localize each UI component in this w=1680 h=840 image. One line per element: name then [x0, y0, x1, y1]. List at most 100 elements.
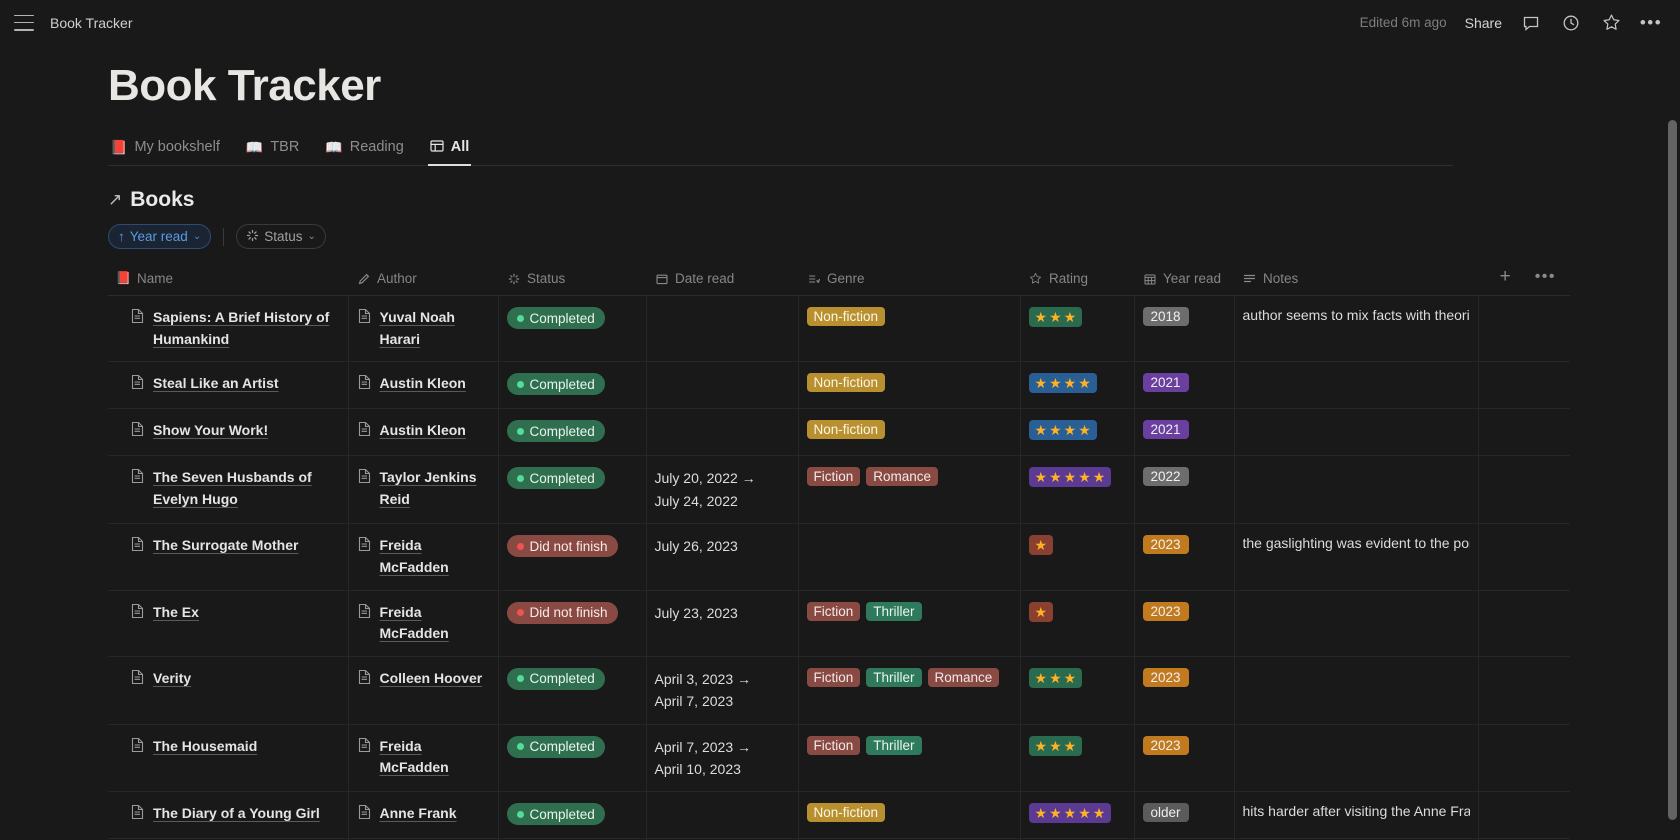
cell-name[interactable]: The Surrogate Mother [108, 523, 349, 591]
cell-genre[interactable]: Fiction Thriller Romance [798, 656, 1021, 725]
column-header-notes[interactable]: Notes [1234, 263, 1478, 296]
cell-genre[interactable]: Fiction Thriller [798, 724, 1021, 793]
status-badge[interactable]: Completed [506, 420, 605, 443]
cell-year-read[interactable]: 2021 [1134, 408, 1235, 457]
status-badge[interactable]: Completed [506, 467, 605, 490]
status-badge[interactable]: Completed [506, 373, 605, 396]
cell-date-read[interactable] [646, 791, 799, 840]
cell-name[interactable]: Steal Like an Artist [108, 361, 349, 410]
cell-notes[interactable]: the gaslighting was evident to the point… [1234, 523, 1479, 591]
column-header-year-read[interactable]: Year read [1134, 263, 1234, 296]
cell-status[interactable]: Completed [498, 656, 647, 725]
book-title-link[interactable]: The Surrogate Mother [153, 535, 298, 557]
plus-icon[interactable]: + [1500, 267, 1511, 286]
cell-notes[interactable] [1234, 590, 1479, 657]
cell-author[interactable]: Austin Kleon [348, 361, 499, 410]
sort-chip-year-read[interactable]: ↑ Year read ⌄ [108, 224, 212, 249]
cell-notes[interactable] [1234, 724, 1479, 793]
clock-icon[interactable] [1560, 12, 1582, 34]
table-row[interactable]: The Seven Husbands of Evelyn Hugo Taylor … [108, 455, 1570, 525]
cell-name[interactable]: The Housemaid [108, 724, 349, 793]
column-header-author[interactable]: Author [348, 263, 498, 296]
cell-year-read[interactable]: 2023 [1134, 590, 1235, 657]
cell-author[interactable]: Freida McFadden [348, 590, 499, 657]
share-button[interactable]: Share [1465, 15, 1502, 31]
cell-year-read[interactable]: older [1134, 791, 1235, 840]
cell-status[interactable]: Completed [498, 408, 647, 457]
cell-date-read[interactable] [646, 361, 799, 410]
cell-name[interactable]: Verity [108, 656, 349, 725]
tab-reading[interactable]: 📖 Reading [323, 135, 405, 166]
author-link[interactable]: Freida McFadden [380, 602, 490, 645]
cell-rating[interactable]: ★ [1020, 523, 1135, 591]
author-link[interactable]: Yuval Noah Harari [380, 307, 490, 350]
cell-rating[interactable]: ★ ★ ★ ★ ★ [1020, 791, 1135, 840]
cell-year-read[interactable]: 2023 [1134, 523, 1235, 591]
cell-author[interactable]: Yuval Noah Harari [348, 295, 499, 363]
cell-notes[interactable]: hits harder after visiting the Anne Fran… [1234, 791, 1479, 840]
table-row[interactable]: Sapiens: A Brief History of Humankind Yuv… [108, 295, 1570, 363]
column-header-name[interactable]: 📕 Name [108, 263, 348, 296]
rating-badge[interactable]: ★ ★ ★ [1028, 667, 1083, 688]
author-link[interactable]: Austin Kleon [380, 420, 466, 442]
cell-date-read[interactable] [646, 408, 799, 457]
column-header-status[interactable]: Status [498, 263, 646, 296]
cell-year-read[interactable]: 2018 [1134, 295, 1235, 363]
cell-name[interactable]: The Ex [108, 590, 349, 657]
status-badge[interactable]: Did not finish [506, 601, 618, 624]
status-badge[interactable]: Completed [506, 735, 605, 758]
column-header-date-read[interactable]: Date read [646, 263, 798, 296]
cell-author[interactable]: Austin Kleon [348, 408, 499, 457]
cell-date-read[interactable]: July 20, 2022 → July 24, 2022 [646, 455, 799, 525]
cell-genre[interactable]: Non-fiction [798, 408, 1021, 457]
breadcrumb[interactable]: Book Tracker [50, 15, 132, 31]
cell-date-read[interactable]: April 7, 2023 → April 10, 2023 [646, 724, 799, 793]
cell-status[interactable]: Completed [498, 361, 647, 410]
cell-name[interactable]: The Diary of a Young Girl [108, 791, 349, 840]
table-row[interactable]: Show Your Work! Austin Kleon Completed Non-… [108, 408, 1570, 457]
book-title-link[interactable]: The Housemaid [153, 736, 257, 758]
table-row[interactable]: The Diary of a Young Girl Anne Frank Compl… [108, 791, 1570, 840]
cell-notes[interactable] [1234, 656, 1479, 725]
book-title-link[interactable]: The Ex [153, 602, 199, 624]
book-title-link[interactable]: The Seven Husbands of Evelyn Hugo [153, 467, 340, 510]
tab-tbr[interactable]: 📖 TBR [244, 135, 301, 166]
cell-status[interactable]: Completed [498, 724, 647, 793]
cell-rating[interactable]: ★★★★ [1020, 408, 1135, 457]
status-badge[interactable]: Completed [506, 667, 605, 690]
cell-genre[interactable]: Fiction Romance [798, 455, 1021, 525]
comment-icon[interactable] [1520, 12, 1542, 34]
rating-badge[interactable]: ★ ★ ★ ★ [1028, 373, 1097, 394]
tab-all[interactable]: All [427, 135, 472, 166]
table-row[interactable]: The Housemaid Freida McFadden Completed Apr… [108, 724, 1570, 793]
status-badge[interactable]: Completed [506, 803, 605, 826]
cell-year-read[interactable]: 2023 [1134, 656, 1235, 725]
cell-status[interactable]: Completed [498, 791, 647, 840]
cell-rating[interactable]: ★ ★ ★ ★ ★ [1020, 455, 1135, 525]
cell-genre[interactable]: Non-fiction [798, 295, 1021, 363]
cell-name[interactable]: The Seven Husbands of Evelyn Hugo [108, 455, 349, 525]
rating-badge[interactable]: ★ ★ ★ ★ [1028, 420, 1097, 441]
book-title-link[interactable]: Steal Like an Artist [153, 373, 279, 395]
cell-year-read[interactable]: 2023 [1134, 724, 1235, 793]
cell-author[interactable]: Freida McFadden [348, 724, 499, 793]
cell-author[interactable]: Anne Frank [348, 791, 499, 840]
table-row[interactable]: The Surrogate Mother Freida McFadden Did n… [108, 523, 1570, 591]
ellipsis-icon[interactable]: ••• [1535, 268, 1556, 285]
cell-status[interactable]: Did not finish [498, 590, 647, 657]
table-row[interactable]: Steal Like an Artist Austin Kleon Complete… [108, 361, 1570, 410]
cell-genre[interactable] [798, 523, 1021, 591]
cell-notes[interactable] [1234, 408, 1479, 457]
cell-year-read[interactable]: 2022 [1134, 455, 1235, 525]
book-title-link[interactable]: Verity [153, 668, 191, 690]
cell-notes[interactable] [1234, 455, 1479, 525]
cell-author[interactable]: Freida McFadden [348, 523, 499, 591]
cell-status[interactable]: Completed [498, 455, 647, 525]
cell-rating[interactable]: ★ ★ ★ [1020, 724, 1135, 793]
star-icon[interactable] [1600, 12, 1622, 34]
hamburger-icon[interactable] [14, 14, 34, 31]
tab-my-bookshelf[interactable]: 📕 My bookshelf [108, 135, 222, 166]
cell-date-read[interactable]: July 26, 2023 [646, 523, 799, 591]
author-link[interactable]: Austin Kleon [380, 373, 466, 395]
cell-genre[interactable]: Fiction Thriller [798, 590, 1021, 657]
